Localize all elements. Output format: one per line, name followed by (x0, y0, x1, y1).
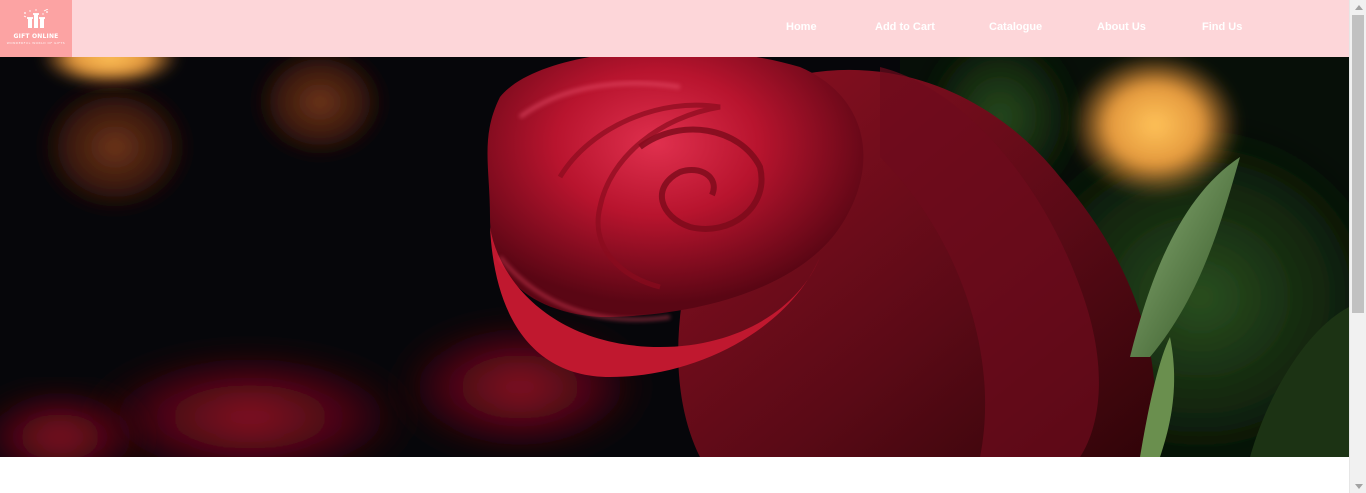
red-rose-bokeh-photo (0, 57, 1349, 457)
nav-find-us-link[interactable]: Find Us (1202, 20, 1242, 34)
scroll-down-arrow-icon[interactable] (1350, 479, 1366, 493)
site-header: GIFT ONLINE WONDERFUL WORLD OF GIFTS Hom… (0, 0, 1349, 57)
scroll-up-arrow-icon[interactable] (1350, 0, 1366, 14)
main-nav: Home Add to Cart Catalogue About Us Find… (0, 0, 1349, 57)
nav-home-link[interactable]: Home (786, 20, 817, 34)
nav-add-to-cart-link[interactable]: Add to Cart (875, 20, 935, 34)
nav-about-us-link[interactable]: About Us (1097, 20, 1146, 34)
page-scrollbar[interactable] (1349, 0, 1366, 493)
nav-catalogue-link[interactable]: Catalogue (989, 20, 1042, 34)
scrollbar-thumb[interactable] (1352, 15, 1364, 313)
page: GIFT ONLINE WONDERFUL WORLD OF GIFTS Hom… (0, 0, 1349, 493)
hero-banner (0, 57, 1349, 457)
